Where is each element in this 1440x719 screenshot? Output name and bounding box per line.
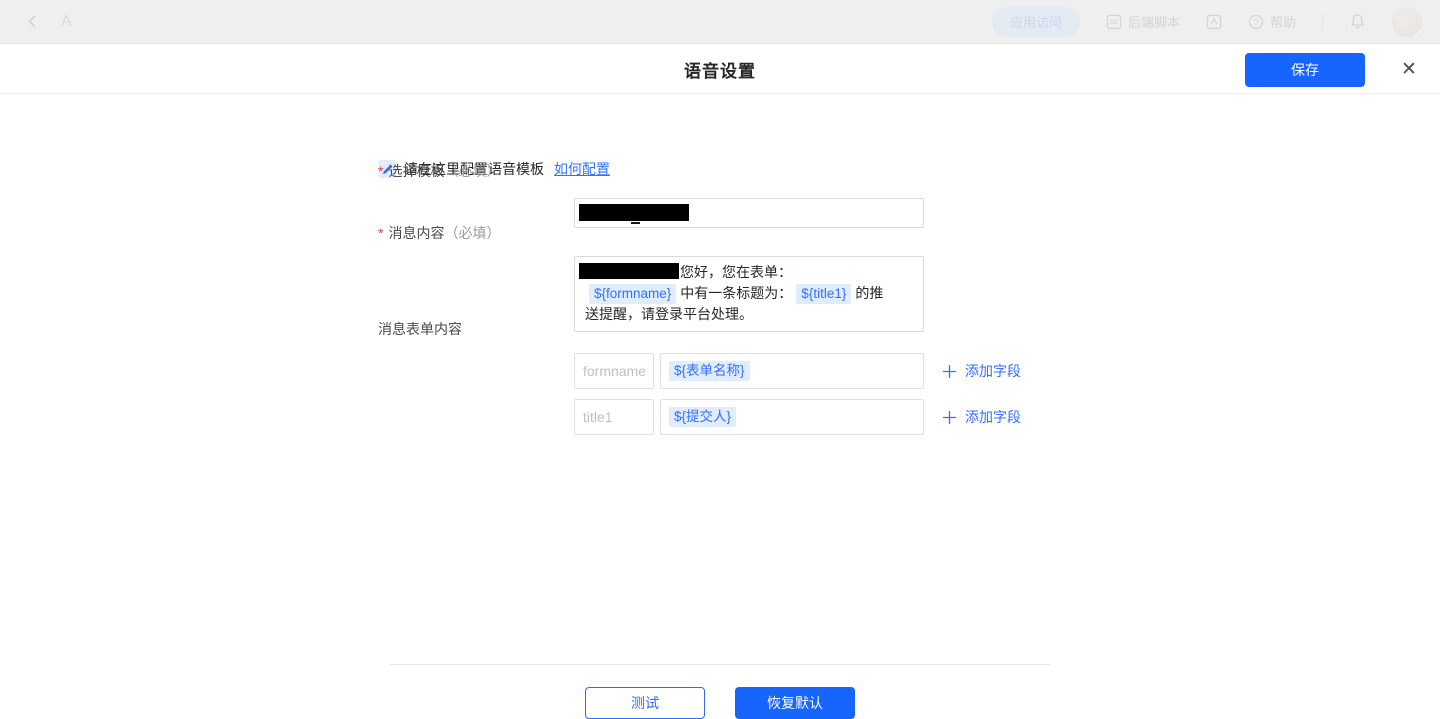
field-key-input[interactable] (574, 399, 654, 435)
panel-header: 语音设置 保存 ✕ (0, 44, 1440, 94)
topbar-item-label: 帮助 (1270, 12, 1296, 31)
app-access-pill[interactable]: 应用访问 (992, 7, 1080, 37)
add-field-label: 添加字段 (965, 361, 1021, 381)
avatar[interactable] (1392, 7, 1422, 37)
field-mapping-row: ${提交人} 添加字段 (574, 399, 1021, 435)
variable-chip-submitter: ${提交人} (669, 407, 736, 427)
variable-chip-form-name: ${表单名称} (669, 361, 750, 381)
back-chevron-icon[interactable] (26, 15, 39, 28)
fields-section-label: 消息表单内容 (378, 319, 462, 339)
help-icon: ? (1248, 14, 1264, 30)
topbar-item-help[interactable]: ? 帮助 (1248, 12, 1296, 31)
app-initial: A (61, 13, 72, 31)
script-icon (1106, 14, 1122, 30)
field-mapping-row: ${表单名称} 添加字段 (574, 353, 1021, 389)
label-text: 选择模板 (388, 163, 444, 179)
close-icon[interactable]: ✕ (1396, 56, 1422, 82)
redacted-template-value (579, 204, 689, 221)
message-line3: 送提醒，请登录平台处理。 (585, 306, 753, 322)
redaction-underscore (631, 222, 640, 224)
variable-chip-formname: ${formname} (589, 284, 676, 304)
required-asterisk: * (378, 225, 383, 241)
required-suffix: （必填） (444, 225, 500, 241)
redacted-message-prefix (579, 263, 679, 279)
voice-settings-panel: 语音设置 保存 ✕ 请在这里配置语音模板 如何配置 *选择模板（必填） *消息内… (0, 44, 1440, 700)
footer-divider (390, 664, 1050, 665)
topbar-divider (1322, 15, 1323, 29)
how-to-configure-link[interactable]: 如何配置 (554, 159, 610, 179)
restore-default-button[interactable]: 恢复默认 (735, 687, 855, 719)
plus-icon (942, 410, 957, 425)
test-button[interactable]: 测试 (585, 687, 705, 719)
add-field-button[interactable]: 添加字段 (942, 407, 1021, 427)
template-select-input[interactable] (574, 198, 924, 228)
page-title: 语音设置 (0, 44, 1440, 94)
message-line1: 您好，您在表单： (680, 264, 792, 280)
label-text: 消息内容 (388, 225, 444, 241)
topbar-item-label: 后端脚本 (1128, 12, 1180, 31)
svg-text:?: ? (1254, 17, 1259, 27)
required-suffix: （必填） (444, 163, 500, 179)
message-content-textarea[interactable]: 您好，您在表单： ${formname}中有一条标题为：${title1}的推 … (574, 256, 924, 332)
add-field-button[interactable]: 添加字段 (942, 361, 1021, 381)
field-value-input[interactable]: ${表单名称} (660, 353, 924, 389)
required-asterisk: * (378, 163, 383, 179)
topbar: A 应用访问 后端脚本 ? 帮助 (0, 0, 1440, 44)
template-label: * 选择模板（必填） (378, 161, 500, 181)
save-button[interactable]: 保存 (1245, 53, 1365, 87)
window-icon[interactable] (1206, 14, 1222, 30)
message-line2-tail: 的推 (855, 285, 883, 301)
field-key-input[interactable] (574, 353, 654, 389)
bell-icon[interactable] (1349, 13, 1366, 30)
message-label: * 消息内容（必填） (378, 223, 500, 243)
field-value-input[interactable]: ${提交人} (660, 399, 924, 435)
plus-icon (942, 364, 957, 379)
variable-chip-title1: ${title1} (796, 284, 851, 304)
topbar-item-script[interactable]: 后端脚本 (1106, 12, 1180, 31)
message-line2: 中有一条标题为： (680, 285, 792, 301)
add-field-label: 添加字段 (965, 407, 1021, 427)
